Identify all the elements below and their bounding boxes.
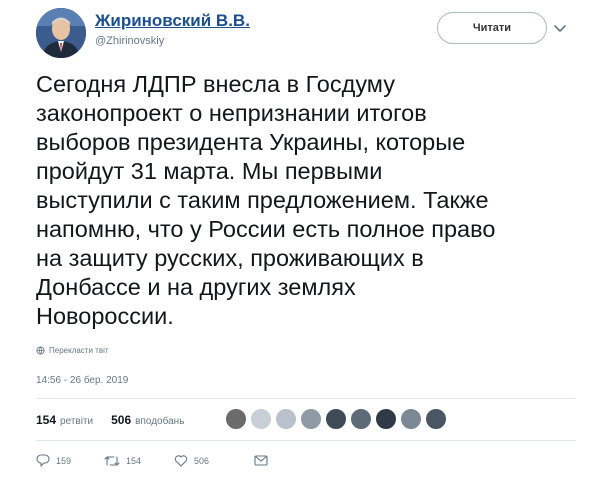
engagement-stats: 154 ретвіти 506 вподобань (36, 413, 184, 427)
retweets-label: ретвіти (60, 416, 94, 427)
reply-button[interactable]: 159 (36, 454, 104, 467)
likes-count[interactable]: 506 (111, 413, 131, 427)
heart-icon (174, 455, 188, 467)
tweet-text-line: законопроект о непризнании итогов (36, 100, 427, 126)
translate-tweet-link[interactable]: Перекласти твіт (36, 346, 109, 355)
user-avatar-icon (36, 8, 86, 58)
tweet-text: Сегодня ЛДПР внесла в Госдуму законопрое… (36, 70, 576, 331)
tweet-card: Жириновский В.В. @Zhirinovskiy Читати Се… (0, 0, 600, 478)
direct-message-button[interactable] (254, 455, 268, 466)
author-handle[interactable]: @Zhirinovskiy (95, 35, 164, 47)
reply-count: 159 (56, 455, 72, 466)
tweet-text-line: выступили с таким предложением. Также (36, 187, 489, 213)
follow-button[interactable]: Читати (437, 12, 547, 44)
liker-avatar[interactable] (250, 408, 272, 430)
likes-label: вподобань (135, 416, 185, 427)
liker-avatar[interactable] (400, 408, 422, 430)
author-avatar[interactable] (36, 8, 86, 58)
author-display-name[interactable]: Жириновский В.В. (95, 11, 250, 31)
liker-avatar[interactable] (325, 408, 347, 430)
chevron-down-icon[interactable] (552, 20, 568, 36)
liker-avatar[interactable] (425, 408, 447, 430)
translate-label: Перекласти твіт (49, 346, 109, 355)
retweet-button[interactable]: 154 (104, 455, 174, 467)
divider (36, 398, 576, 399)
tweet-text-line: выборов президента Украины, которые (36, 129, 466, 155)
tweet-text-line: Новороссии. (36, 303, 174, 329)
retweet-count: 154 (126, 455, 142, 466)
tweet-text-line: Донбассе и на других землях (36, 274, 356, 300)
tweet-actions: 159 154 506 (36, 454, 268, 467)
envelope-icon (254, 455, 268, 466)
retweets-count[interactable]: 154 (36, 413, 56, 427)
liker-avatar[interactable] (375, 408, 397, 430)
tweet-text-line: напомню, что у России есть полное право (36, 216, 496, 242)
divider (36, 440, 576, 441)
like-count: 506 (194, 455, 210, 466)
tweet-text-line: Сегодня ЛДПР внесла в Госдуму (36, 71, 395, 97)
retweet-icon (104, 455, 120, 466)
liker-avatar[interactable] (275, 408, 297, 430)
liker-avatar[interactable] (300, 408, 322, 430)
liker-avatar[interactable] (225, 408, 247, 430)
reply-icon (36, 454, 50, 467)
liker-avatar[interactable] (350, 408, 372, 430)
like-button[interactable]: 506 (174, 454, 254, 467)
liker-avatars (225, 408, 450, 430)
tweet-text-line: на защиту русских, проживающих в (36, 245, 424, 271)
tweet-text-line: пройдут 31 марта. Мы первыми (36, 158, 383, 184)
tweet-timestamp[interactable]: 14:56 - 26 бер. 2019 (36, 375, 128, 386)
globe-icon (36, 346, 45, 355)
